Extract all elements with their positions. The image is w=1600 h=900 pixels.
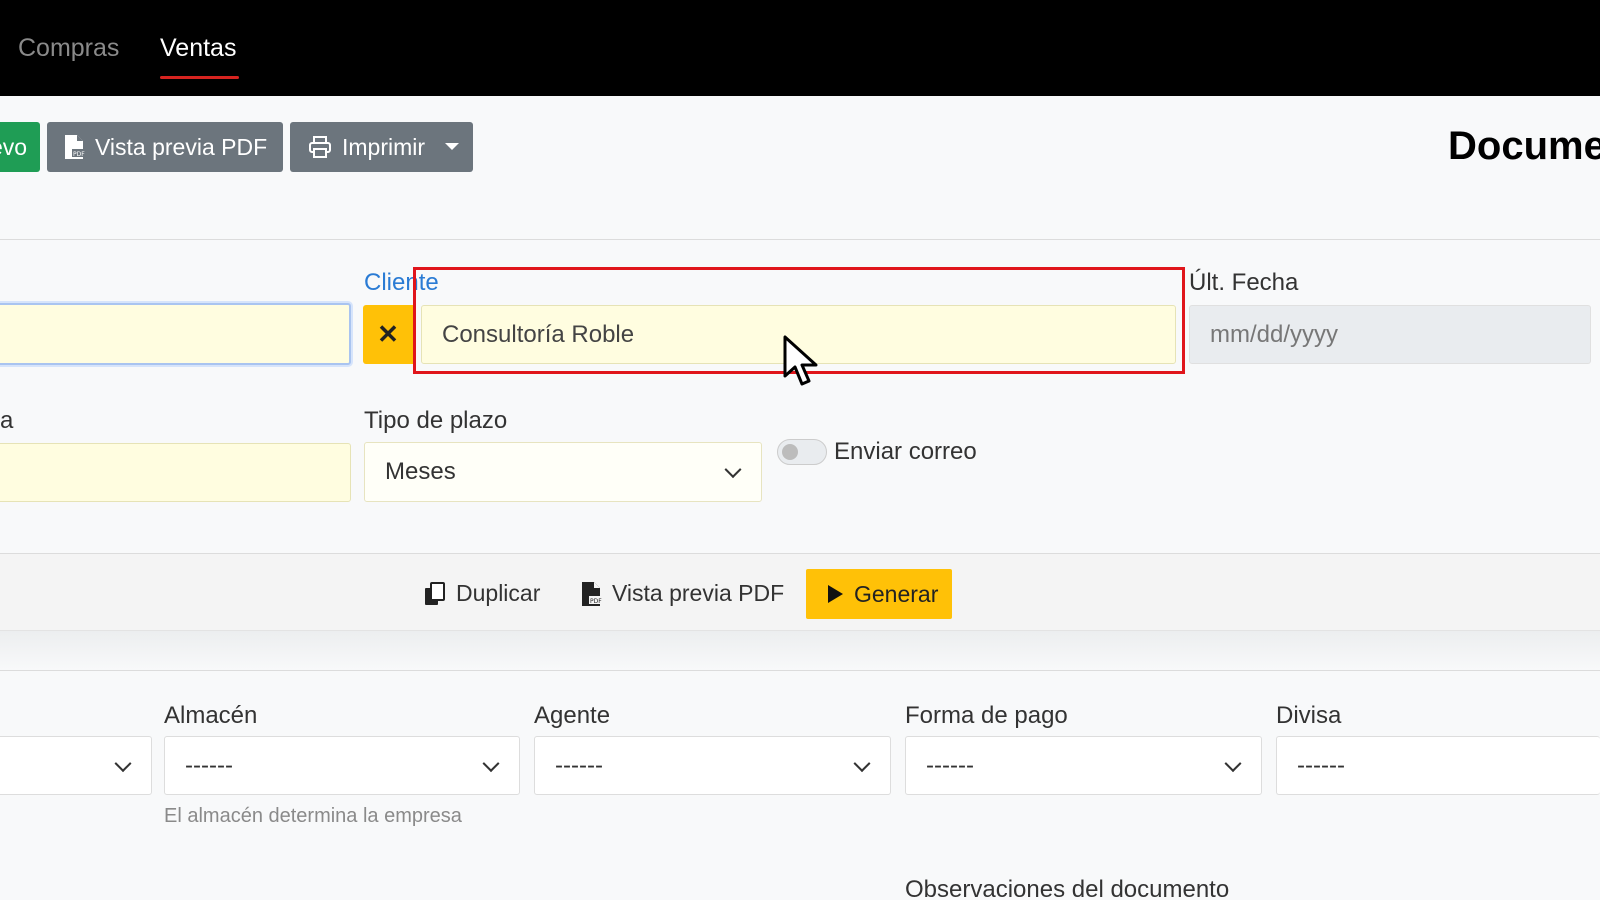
page-title: Docume bbox=[1448, 124, 1600, 168]
svg-text:PDF: PDF bbox=[590, 598, 602, 605]
divisa-value: ------ bbox=[1297, 751, 1345, 779]
left-field-2-input[interactable] bbox=[0, 443, 351, 502]
chevron-down-icon bbox=[482, 754, 500, 772]
new-button[interactable]: evo bbox=[0, 122, 40, 172]
svg-text:PDF: PDF bbox=[73, 151, 85, 158]
almacen-label: Almacén bbox=[164, 702, 258, 729]
generate-button[interactable]: Generar bbox=[806, 569, 952, 619]
section-divider bbox=[0, 631, 1600, 671]
agente-value: ------ bbox=[555, 751, 603, 779]
mouse-cursor-icon bbox=[783, 335, 818, 386]
left-field-input[interactable] bbox=[0, 303, 351, 365]
file-pdf-icon: PDF bbox=[582, 581, 602, 606]
action-bar: Duplicar PDF Vista previa PDF Generar bbox=[0, 553, 1600, 631]
printer-icon bbox=[309, 136, 331, 158]
tipo-plazo-select[interactable]: Meses bbox=[364, 442, 762, 502]
chevron-down-icon bbox=[1224, 754, 1242, 772]
document-toolbar: evo PDF Vista previa PDF Imprimir Docume bbox=[0, 96, 1600, 240]
print-label: Imprimir bbox=[342, 133, 426, 160]
chevron-down-icon bbox=[853, 754, 871, 772]
nav-item-ventas[interactable]: Ventas bbox=[160, 34, 236, 63]
nav-item-compras[interactable]: Compras bbox=[18, 34, 119, 63]
top-navbar: Compras Ventas bbox=[0, 0, 1600, 96]
copy-icon bbox=[425, 581, 445, 605]
forma-pago-value: ------ bbox=[926, 751, 974, 779]
pdf-preview-label: Vista previa PDF bbox=[95, 133, 268, 160]
nav-active-indicator bbox=[160, 76, 239, 79]
ult-fecha-input[interactable]: mm/dd/yyyy bbox=[1189, 305, 1591, 364]
almacen-value: ------ bbox=[185, 751, 233, 779]
clear-client-button[interactable]: ✕ bbox=[363, 305, 413, 364]
divisa-label: Divisa bbox=[1276, 702, 1342, 729]
action-pdf-preview-button[interactable]: PDF Vista previa PDF bbox=[580, 580, 784, 607]
almacen-help-text: El almacén determina la empresa bbox=[164, 805, 462, 827]
ult-fecha-label: Últ. Fecha bbox=[1189, 269, 1299, 296]
forma-pago-label: Forma de pago bbox=[905, 702, 1068, 729]
action-pdf-preview-label: Vista previa PDF bbox=[612, 580, 785, 606]
new-button-label: evo bbox=[0, 133, 28, 160]
agente-select[interactable]: ------ bbox=[534, 736, 891, 795]
ult-fecha-placeholder: mm/dd/yyyy bbox=[1210, 320, 1339, 348]
print-button[interactable]: Imprimir bbox=[290, 122, 473, 172]
chevron-down-icon bbox=[114, 754, 132, 772]
file-pdf-icon: PDF bbox=[65, 135, 85, 159]
left-detail-select[interactable] bbox=[0, 736, 152, 795]
forma-pago-select[interactable]: ------ bbox=[905, 736, 1262, 795]
tipo-plazo-label: Tipo de plazo bbox=[364, 407, 508, 434]
close-icon: ✕ bbox=[377, 319, 399, 349]
left-field-2-label: a bbox=[0, 407, 14, 434]
caret-down-icon[interactable] bbox=[445, 143, 459, 150]
duplicate-label: Duplicar bbox=[456, 580, 541, 606]
toggle-knob bbox=[782, 444, 798, 460]
tipo-plazo-value: Meses bbox=[385, 458, 456, 485]
generate-label: Generar bbox=[854, 580, 939, 607]
agente-label: Agente bbox=[534, 702, 611, 729]
pdf-preview-button[interactable]: PDF Vista previa PDF bbox=[47, 122, 283, 172]
almacen-select[interactable]: ------ bbox=[164, 736, 520, 795]
play-icon bbox=[828, 585, 843, 603]
enviar-correo-label: Enviar correo bbox=[834, 438, 977, 465]
duplicate-button[interactable]: Duplicar bbox=[424, 580, 540, 607]
observaciones-label: Observaciones del documento bbox=[905, 876, 1230, 900]
chevron-down-icon bbox=[724, 461, 742, 479]
enviar-correo-toggle[interactable] bbox=[777, 439, 827, 465]
divisa-select[interactable]: ------ bbox=[1276, 736, 1600, 795]
